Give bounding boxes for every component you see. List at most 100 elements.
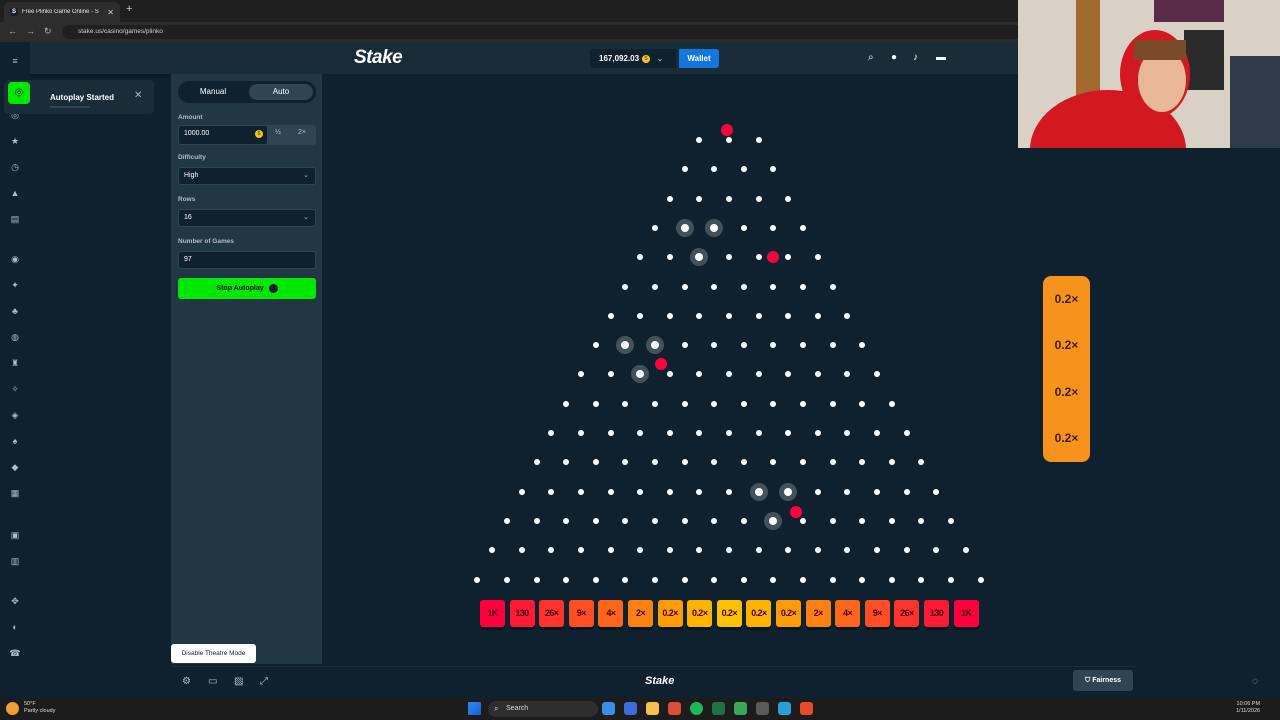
difficulty-select[interactable]: High ⌄ [178, 167, 316, 185]
peg [711, 517, 718, 524]
recent-icon[interactable]: ◷ [8, 160, 22, 174]
peg [489, 547, 496, 554]
amount-group: 1000.00 S ½ 2× [178, 125, 316, 145]
favorites-icon[interactable]: ★ [8, 134, 22, 148]
games-label: Number of Games [178, 238, 234, 245]
last-results-panel: 0.2× 0.2× 0.2× 0.2× [1043, 276, 1090, 462]
balance-display[interactable]: 167,092.03 S ⌄ [590, 49, 676, 68]
game-shows-icon[interactable]: ♜ [8, 356, 22, 370]
tab-close-icon[interactable]: ✕ [107, 8, 114, 17]
peg [814, 371, 821, 378]
slots-icon[interactable]: ♣ [8, 304, 22, 318]
chrome-icon[interactable] [668, 702, 681, 715]
chrome-profile-icon[interactable] [624, 702, 637, 715]
taskbar-search[interactable]: ⌕ Search [488, 701, 598, 717]
peg [637, 254, 644, 261]
wallet-button[interactable]: Wallet [679, 49, 719, 68]
system-clock[interactable]: 10:06 PM 1/11/2026 [1236, 701, 1260, 715]
stats-icon[interactable]: ▨ [234, 676, 243, 687]
difficulty-label: Difficulty [178, 154, 206, 161]
sidebar-menu-icon[interactable]: ≡ [8, 54, 22, 68]
half-button[interactable]: ½ [275, 129, 281, 136]
blackjack-icon[interactable]: ◆ [8, 460, 22, 474]
peg [800, 517, 806, 524]
peg [592, 576, 599, 583]
table-games-icon[interactable]: ♠ [8, 434, 22, 448]
game-footer: ⚙ ▭ ▨ ⤢ Stake ◌ [171, 666, 1258, 697]
close-icon[interactable]: ✕ [134, 90, 142, 101]
tab-manual[interactable]: Manual [181, 84, 245, 100]
responsible-gambling-icon[interactable]: ◐ [8, 620, 22, 634]
forward-icon[interactable]: → [26, 26, 35, 36]
weather-icon [6, 702, 19, 715]
browser-tab[interactable]: S Free Plinko Game Online - S ✕ [4, 2, 120, 22]
peg [578, 430, 584, 436]
peg [607, 488, 614, 495]
peg [977, 576, 984, 583]
file-explorer-icon[interactable] [646, 702, 659, 715]
theatre-mode-icon[interactable]: ▭ [208, 676, 217, 687]
peg [518, 488, 525, 495]
bell-icon[interactable]: ♪ [913, 52, 918, 63]
sponsorships-icon[interactable]: ✥ [8, 594, 22, 608]
windows-start-icon[interactable] [468, 702, 481, 715]
stop-autoplay-button[interactable]: Stop Autoplay [178, 278, 316, 299]
peg [800, 224, 806, 231]
multiplier-bucket: 0.2× [746, 600, 772, 627]
peg [740, 517, 747, 524]
promotions-icon[interactable]: ▣ [8, 528, 22, 542]
fairness-button[interactable]: ⛉ Fairness [1073, 670, 1133, 691]
live-casino-icon[interactable]: ◍ [8, 330, 22, 344]
app-icon[interactable] [734, 702, 747, 715]
double-button[interactable]: 2× [298, 129, 306, 136]
weather-widget[interactable]: 50°F Partly cloudy [24, 701, 56, 715]
multiplier-bucket: 0.2× [657, 600, 683, 627]
peg [740, 166, 747, 173]
new-tab-icon[interactable]: + [126, 3, 132, 15]
settings-icon[interactable]: ⚙ [182, 676, 191, 687]
publishers-icon[interactable]: ◈ [8, 408, 22, 422]
peg [711, 576, 718, 583]
my-bets-icon[interactable]: ▤ [8, 212, 22, 226]
new-releases-icon[interactable]: ✧ [8, 382, 22, 396]
live-support-icon[interactable]: ☎ [8, 646, 22, 660]
peg [726, 195, 732, 202]
browser-app-icon[interactable] [800, 702, 813, 715]
challenges-icon[interactable]: ▲ [8, 186, 22, 200]
tab-auto[interactable]: Auto [249, 84, 313, 100]
edge-icon[interactable] [602, 702, 615, 715]
peg [652, 283, 658, 290]
number-of-games-input[interactable]: 97 [178, 251, 316, 269]
all-games-icon[interactable]: ▦ [8, 486, 22, 500]
url-text: stake.us/casino/games/plinko [78, 28, 163, 35]
spotify-icon[interactable] [690, 702, 703, 715]
autoplay-status-icon: ◎ [8, 82, 30, 104]
settings-app-icon[interactable] [756, 702, 769, 715]
fairness-label: Fairness [1092, 677, 1121, 684]
back-icon[interactable]: ← [8, 26, 17, 36]
peg [696, 195, 703, 202]
originals-icon[interactable]: ◉ [8, 252, 22, 266]
stake-logo[interactable]: Stake [354, 47, 403, 69]
chat-icon[interactable]: ▬ [936, 52, 946, 63]
messenger-icon[interactable] [778, 702, 791, 715]
search-icon[interactable]: ⌕ [868, 52, 874, 63]
user-icon[interactable]: ● [891, 52, 897, 63]
peg [770, 166, 777, 173]
peg [726, 254, 732, 261]
excel-icon[interactable] [712, 702, 725, 715]
popout-icon[interactable]: ⤢ [260, 676, 268, 687]
peg [859, 517, 866, 524]
reload-icon[interactable]: ↻ [44, 26, 52, 37]
amount-input[interactable]: 1000.00 S [179, 126, 267, 144]
peg [740, 400, 747, 407]
multiplier-bucket: 0.2× [687, 600, 713, 627]
peg [785, 547, 792, 554]
peg [903, 488, 910, 495]
support-icon[interactable]: ◌ [1252, 676, 1258, 687]
tab-title: Free Plinko Game Online - S [22, 9, 99, 15]
featured-icon[interactable]: ✦ [8, 278, 22, 292]
peg [681, 459, 688, 466]
rows-select[interactable]: 16 ⌄ [178, 209, 316, 227]
blog-icon[interactable]: ▥ [8, 554, 22, 568]
